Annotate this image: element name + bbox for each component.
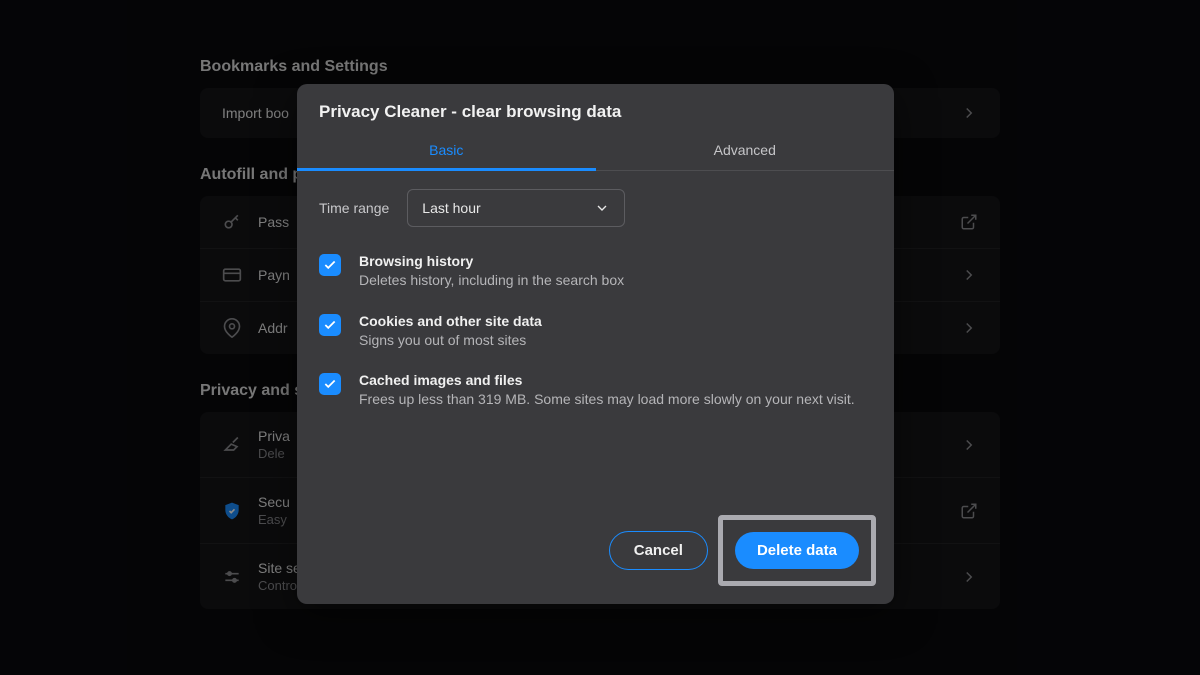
dialog-body: Time range Last hour Browsing history De… [297, 171, 894, 501]
option-cache: Cached images and files Frees up less th… [319, 372, 872, 410]
dialog-tabs: Basic Advanced [297, 132, 894, 171]
option-cache-desc: Frees up less than 319 MB. Some sites ma… [359, 390, 872, 410]
time-range-label: Time range [319, 200, 389, 216]
dialog-footer: Cancel Delete data [297, 501, 894, 604]
option-cookies: Cookies and other site data Signs you ou… [319, 313, 872, 351]
tab-advanced[interactable]: Advanced [596, 132, 895, 170]
clear-browsing-data-dialog: Privacy Cleaner - clear browsing data Ba… [297, 84, 894, 604]
check-icon [323, 318, 337, 332]
option-cache-title: Cached images and files [359, 372, 872, 388]
delete-data-button[interactable]: Delete data [735, 532, 859, 569]
check-icon [323, 377, 337, 391]
delete-button-highlight: Delete data [718, 515, 876, 586]
option-cookies-desc: Signs you out of most sites [359, 331, 872, 351]
tab-basic[interactable]: Basic [297, 132, 596, 170]
checkbox-browsing-history[interactable] [319, 254, 341, 276]
time-range-value: Last hour [422, 200, 480, 216]
chevron-down-icon [594, 200, 610, 216]
time-range-row: Time range Last hour [319, 189, 872, 227]
time-range-select[interactable]: Last hour [407, 189, 625, 227]
dialog-header: Privacy Cleaner - clear browsing data [297, 84, 894, 132]
option-history-desc: Deletes history, including in the search… [359, 271, 872, 291]
dialog-title: Privacy Cleaner - clear browsing data [319, 102, 872, 122]
option-browsing-history: Browsing history Deletes history, includ… [319, 253, 872, 291]
checkbox-cookies[interactable] [319, 314, 341, 336]
option-cookies-title: Cookies and other site data [359, 313, 872, 329]
cancel-button[interactable]: Cancel [609, 531, 708, 570]
option-history-title: Browsing history [359, 253, 872, 269]
check-icon [323, 258, 337, 272]
checkbox-cache[interactable] [319, 373, 341, 395]
